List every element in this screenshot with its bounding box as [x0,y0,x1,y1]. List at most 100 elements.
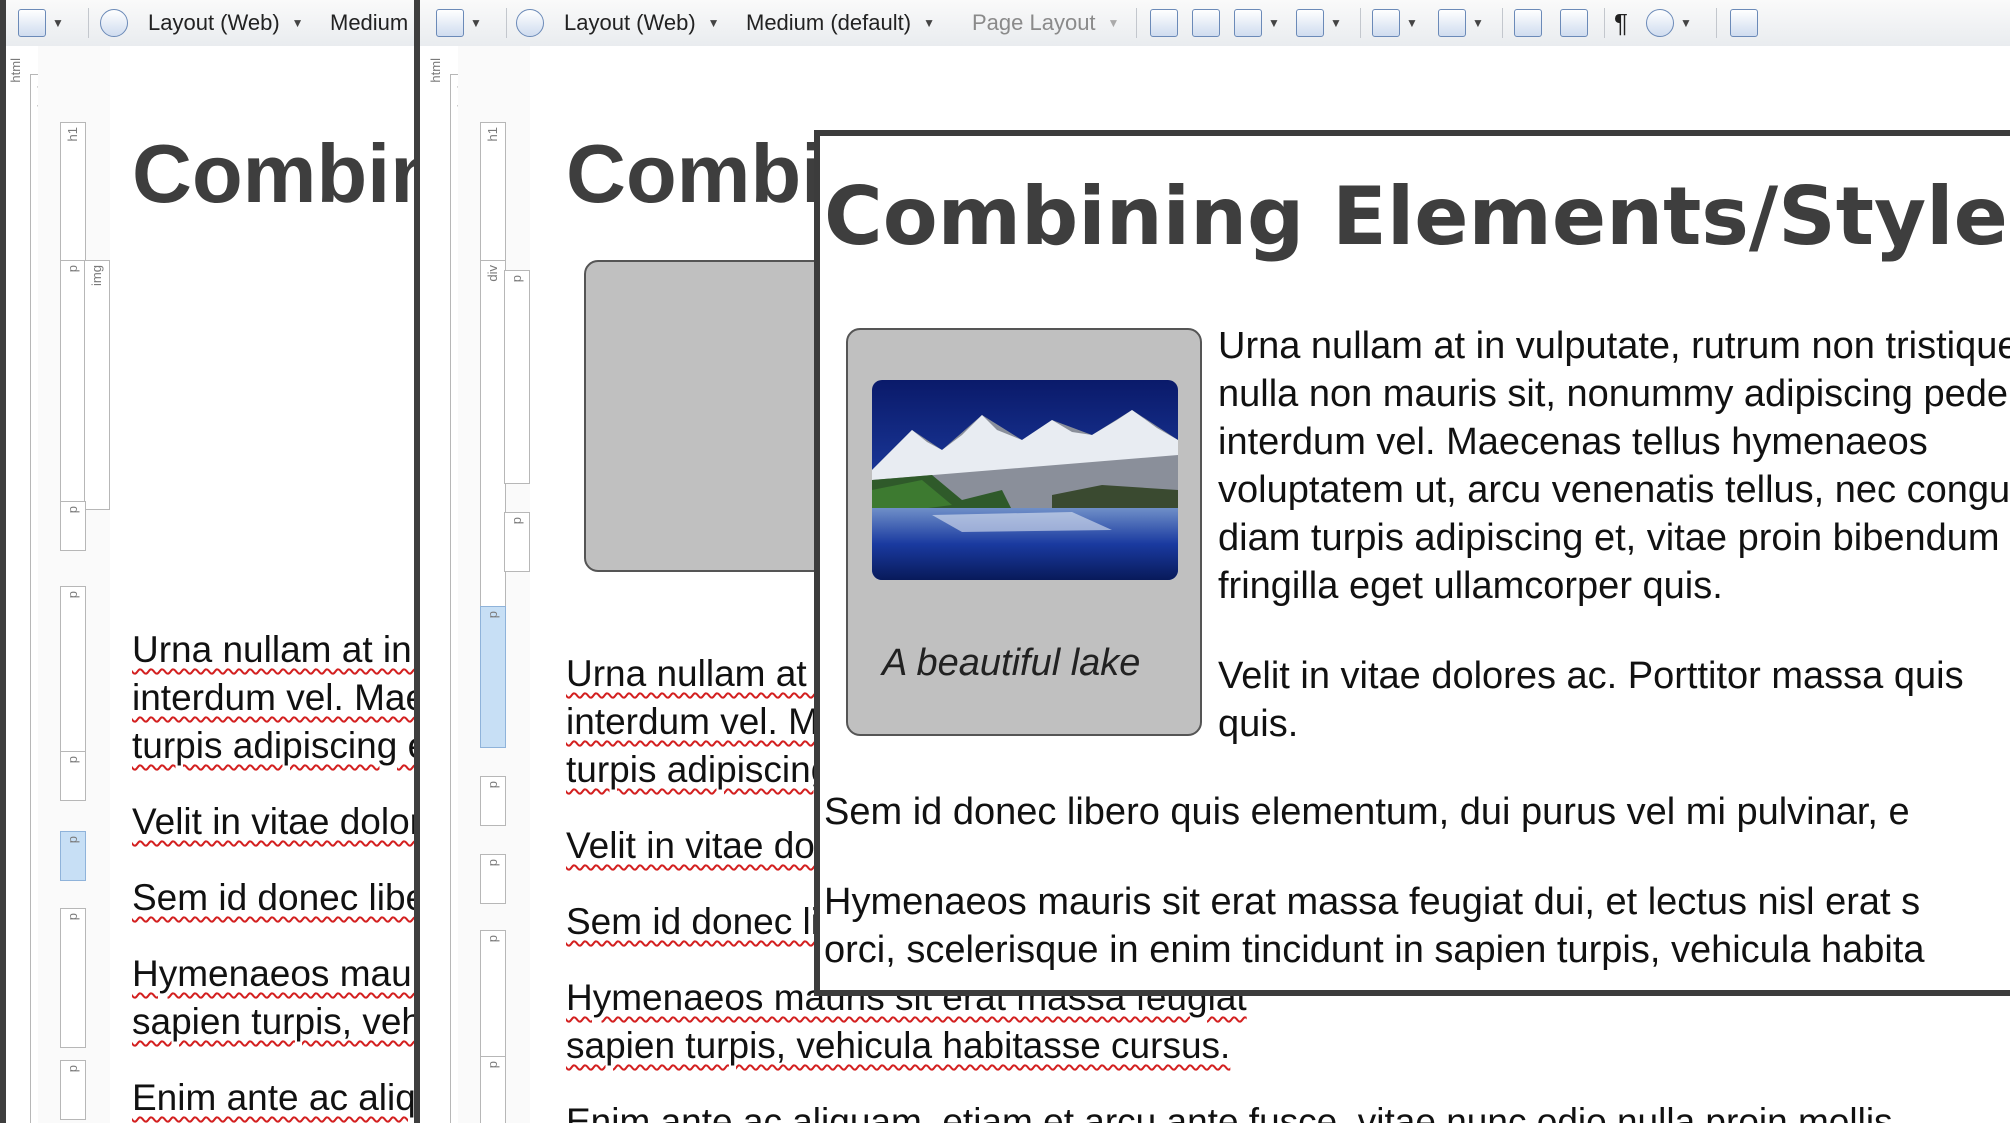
tag-label: h1 [485,127,500,142]
tag-p[interactable]: p [60,586,86,771]
paragraph-line[interactable]: Enim ante ac aliquam, etiam et arcu ante… [132,1074,420,1122]
export-button[interactable] [1730,0,1758,46]
toolbar-separator [1716,8,1717,38]
toolbar-1: ▼ Layout (Web) ▼ Medium [0,0,420,47]
paragraph-line[interactable]: Sem id donec libero quis elementum, dui … [132,874,420,922]
tag-html[interactable]: html [4,54,30,114]
tag-label: p [65,506,80,514]
size-selector[interactable]: Medium [330,0,408,46]
insert-ci-button[interactable] [1560,0,1588,46]
tag-html[interactable]: html [424,54,450,114]
tag-label: p [485,611,500,619]
layout-selector[interactable]: Layout (Web) ▼ [516,0,720,46]
tag-h1[interactable]: h1 [60,122,86,262]
preview-button[interactable] [1150,0,1178,46]
size-selector[interactable]: Medium (default) ▼ [746,0,935,46]
paragraph-line: Velit in vitae dolores ac. Porttitor mas… [1218,655,1964,697]
tag-p[interactable]: p [480,930,506,1070]
toolbar-separator [1360,8,1361,38]
text-button[interactable]: ▼ [1438,0,1484,46]
chevron-down-icon[interactable]: ▼ [292,16,304,30]
tag-p[interactable]: p [504,512,530,572]
globe-preview-icon [1150,9,1178,37]
tag-p-selected[interactable]: p [60,831,86,881]
tag-p[interactable]: p [480,854,506,904]
zoom-button[interactable]: ▼ [436,0,482,46]
toolbar-separator [1502,8,1503,38]
magnifier-icon [18,9,46,37]
tag-p[interactable]: p [504,270,530,484]
layout-label: Layout (Web) [564,10,696,35]
preview-heading: Combining Elements/Styles [824,170,2010,263]
tag-label: p [65,913,80,921]
paragraph-line[interactable]: Urna nullam at in vulputate, rutrum non … [132,626,420,674]
pilcrow-button[interactable]: ¶ [1614,0,1628,46]
page-layout-selector[interactable]: Page Layout ▼ [972,0,1119,46]
document-area-1: h1 p img p p p p p p Combining Elements/… [38,46,420,1123]
document-x-icon [1372,9,1400,37]
tag-p-selected[interactable]: p [480,606,506,748]
tag-div[interactable]: div [480,260,506,620]
paragraph-line: orci, scelerisque in enim tincidunt in s… [824,929,1925,971]
paragraph-line[interactable]: Hymenaeos mauris sit erat massa feugiat [132,950,420,998]
chevron-down-icon[interactable]: ▼ [708,16,720,30]
tag-p[interactable]: p [60,260,86,510]
tag-label: p [485,1061,500,1069]
preview-window: Combining Elements/Styles A beautiful la… [814,130,2010,996]
figure-box: A beautiful lake [846,328,1202,736]
chevron-down-icon[interactable]: ▼ [470,16,482,30]
window-button[interactable]: ▼ [1234,0,1280,46]
insert-image-button[interactable] [1514,0,1542,46]
lake-image [872,380,1178,580]
toolbar-separator [506,8,507,38]
eye-icon [1646,9,1674,37]
tag-p[interactable]: p [60,1060,86,1120]
tag-h1[interactable]: h1 [480,122,506,262]
paragraph-line: voluptatem ut, arcu venenatis tellus, ne… [1218,469,2010,511]
tag-label: p [65,756,80,764]
chevron-down-icon[interactable]: ▼ [52,16,64,30]
tag-img[interactable]: img [84,260,110,510]
chevron-down-icon[interactable]: ▼ [1268,16,1280,30]
collapse-button[interactable]: ▼ [1296,0,1342,46]
export-icon [1730,9,1758,37]
tag-p[interactable]: p [480,1056,506,1123]
xml-button[interactable]: ▼ [1372,0,1418,46]
layout-selector[interactable]: Layout (Web) ▼ [100,0,304,46]
chevron-down-icon[interactable]: ▼ [1680,16,1692,30]
toolbar-separator [88,8,89,38]
tag-label: p [65,836,80,844]
tag-p[interactable]: p [60,908,86,1048]
visibility-button[interactable]: ▼ [1646,0,1692,46]
toolbar-2: ▼ Layout (Web) ▼ Medium (default) ▼ Page… [420,0,2010,47]
magnifier-icon [436,9,464,37]
tag-p[interactable]: p [60,751,86,801]
tag-p[interactable]: p [480,776,506,826]
zoom-button[interactable]: ▼ [18,0,64,46]
tag-label: p [485,935,500,943]
paragraph-line: fringilla eget ullamcorper quis. [1218,565,1723,607]
layout-label: Layout (Web) [148,10,280,35]
paragraph-line: Hymenaeos mauris sit erat massa feugiat … [824,881,1921,923]
paragraph-line[interactable]: turpis adipiscing et, vitae proin bibend… [132,722,420,770]
chevron-down-icon[interactable]: ▼ [1406,16,1418,30]
chevron-down-icon[interactable]: ▼ [1472,16,1484,30]
paragraph-line: Urna nullam at in vulputate, rutrum non … [1218,325,2010,367]
lake-photo [872,380,1178,580]
paragraph-line[interactable]: Velit in vitae dolores ac. Porttitor mas… [132,798,420,846]
tag-label: html [428,58,443,83]
chevron-down-icon[interactable]: ▼ [923,16,935,30]
tag-p[interactable]: p [60,501,86,551]
chevron-down-icon[interactable]: ▼ [1330,16,1342,30]
compare-button[interactable] [1192,0,1220,46]
paragraph-line[interactable]: interdum vel. Maecenas tellus hymenaeos [132,674,420,722]
tag-label: html [8,58,23,83]
page-layout-label: Page Layout [972,10,1096,35]
paragraph-line[interactable]: sapien turpis, vehicula habitasse cursus… [566,1022,1230,1070]
tag-label: p [509,517,524,525]
tag-label: p [509,275,524,283]
chevron-down-icon[interactable]: ▼ [1108,16,1120,30]
paragraph-line[interactable]: Enim ante ac aliquam, etiam et arcu ante… [566,1098,1893,1123]
window-left-edge [0,0,6,1123]
paragraph-line[interactable]: sapien turpis, vehicula habitasse cursus… [132,998,420,1046]
